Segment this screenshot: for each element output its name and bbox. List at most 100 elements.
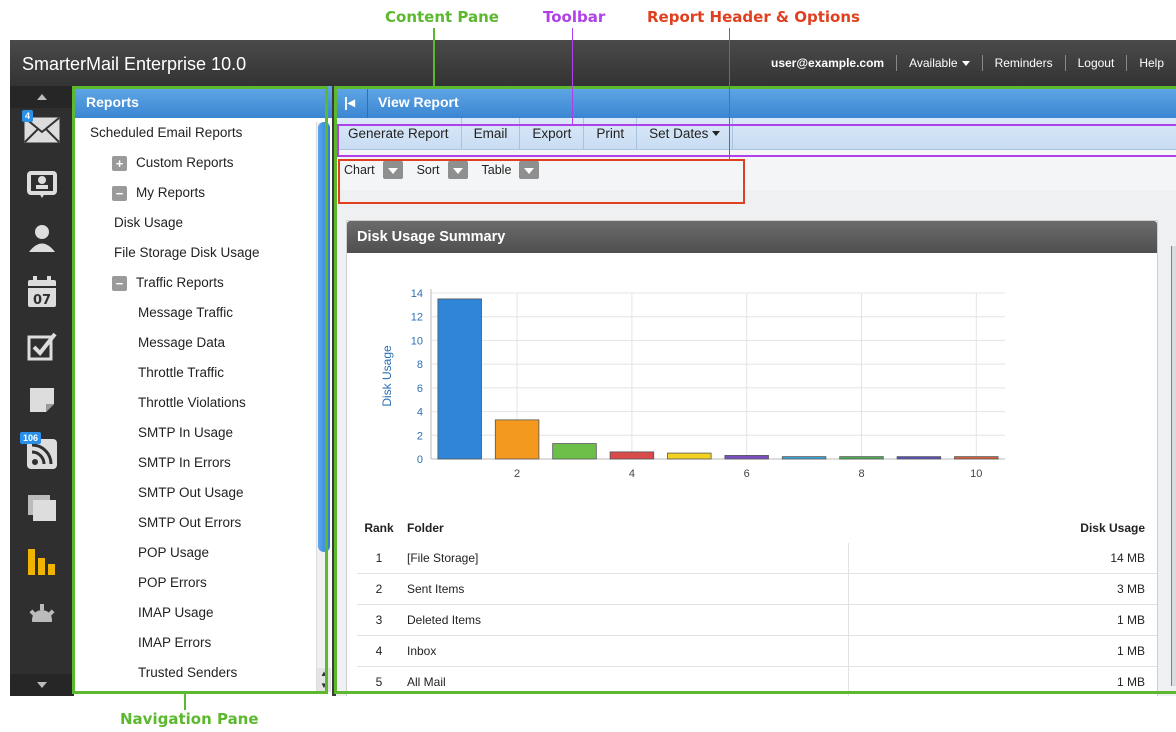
nav-item[interactable]: Scheduled Email Reports [74,118,314,148]
nav-item[interactable]: File Storage Disk Usage [74,238,314,268]
sort-option[interactable]: Sort [417,161,468,179]
set-dates-dropdown[interactable]: Set Dates [637,117,734,150]
rank-cell: 3 [375,613,383,627]
chart-bar [896,456,942,460]
chart-bar [781,456,827,460]
top-navigation: user@example.com Available Reminders Log… [759,55,1176,71]
files-icon[interactable] [20,486,64,530]
rank-cell: 4 [375,644,383,658]
chart-bar [552,443,597,460]
nav-item-label: SMTP Out Usage [138,485,244,500]
nav-item[interactable]: − Traffic Reports [74,268,314,298]
status-dropdown[interactable]: Available [896,55,981,71]
rank-cell: 5 [375,675,383,689]
navigation-pane-leader [184,694,186,710]
table-row[interactable]: 1 [File Storage] 14 MB [357,543,1157,574]
nav-item[interactable]: + Custom Reports [74,148,314,178]
column-header-disk-usage[interactable]: Disk Usage [849,521,1157,535]
export-button[interactable]: Export [520,117,585,150]
email-button[interactable]: Email [462,117,521,150]
table-body: 1 [File Storage] 14 MB 2 Sent Items 3 MB 3 Dele… [357,543,1157,696]
annotation-navigation-pane: Navigation Pane [120,710,259,728]
nav-item-label: POP Usage [138,545,210,560]
reports-bar-chart-icon[interactable] [20,540,64,584]
x-tick-label: 8 [858,468,864,480]
nav-item-label: POP Errors [138,575,207,590]
rss-icon[interactable]: 106 [20,432,64,476]
sort-dropdown-icon[interactable] [447,161,468,179]
folder-cell: All Mail [401,667,849,696]
user-account-link[interactable]: user@example.com [759,55,896,71]
nav-item[interactable]: SMTP In Errors [74,448,314,478]
y-tick-label: 6 [417,383,423,395]
nav-scrollbar-thumb[interactable] [318,122,330,552]
column-header-folder[interactable]: Folder [401,513,849,543]
print-button[interactable]: Print [584,117,638,150]
table-row[interactable]: 3 Deleted Items 1 MB [357,605,1157,636]
expand-plus-icon[interactable]: + [112,156,127,171]
nav-item[interactable]: Trusted Senders [74,658,314,688]
contacts-card-icon[interactable] [20,162,64,206]
nav-item-label: Throttle Traffic [138,365,225,380]
nav-item-label: Trusted Senders [138,665,238,680]
nav-scrollbar[interactable]: ▲ ▼ [316,122,331,692]
icon-rail: 4 07 106 [10,86,74,696]
tasks-checkbox-icon[interactable] [20,324,64,368]
nav-item[interactable]: Throttle Traffic [74,358,314,388]
nav-item-label: SMTP Out Errors [138,515,242,530]
calendar-icon[interactable]: 07 [20,270,64,314]
mail-icon[interactable]: 4 [20,108,64,152]
collapse-minus-icon[interactable]: − [112,276,127,291]
nav-item[interactable]: Message Traffic [74,298,314,328]
nav-item[interactable]: SMTP In Usage [74,418,314,448]
nav-item[interactable]: − My Reports [74,178,314,208]
report-toolbar: Generate Report Email Export Print Set D… [336,117,1176,150]
chart-option[interactable]: Chart [344,161,403,179]
notes-icon[interactable] [20,378,64,422]
rail-scroll-down-button[interactable] [10,674,74,696]
chart-dropdown-icon[interactable] [382,161,403,179]
nav-item[interactable]: IMAP Errors [74,628,314,658]
generate-report-button[interactable]: Generate Report [336,117,462,150]
y-tick-label: 10 [411,335,423,347]
nav-item-label: File Storage Disk Usage [114,245,260,260]
nav-item[interactable]: SMTP Out Usage [74,478,314,508]
nav-item[interactable]: Disk Usage [74,208,314,238]
annotation-report-header: Report Header & Options [647,8,860,26]
collapse-minus-icon[interactable]: − [112,186,127,201]
scroll-up-button[interactable]: ▲ [317,668,331,680]
chart-bar [437,298,482,460]
disk-usage-cell: 14 MB [1110,551,1145,565]
nav-item[interactable]: IMAP Usage [74,598,314,628]
report-tree: Scheduled Email Reports + Custom Reports − M… [74,118,314,696]
table-dropdown-icon[interactable] [519,161,540,179]
nav-item[interactable]: Message Data [74,328,314,358]
rail-scroll-up-button[interactable] [10,86,74,108]
scroll-down-button[interactable]: ▼ [317,680,331,692]
nav-item[interactable]: Throttle Violations [74,388,314,418]
mail-unread-badge: 4 [22,110,34,122]
folder-cell: Sent Items [401,574,849,604]
column-header-rank[interactable]: Rank [357,521,401,535]
settings-gear-icon[interactable] [20,590,64,634]
collapse-nav-icon[interactable]: |◂ [344,86,368,118]
nav-item[interactable]: POP Errors [74,568,314,598]
disk-usage-cell: 1 MB [1116,644,1145,658]
nav-item[interactable]: SMTP Out Errors [74,508,314,538]
user-icon[interactable] [20,216,64,260]
set-dates-label: Set Dates [649,125,709,141]
table-row[interactable]: 4 Inbox 1 MB [357,636,1157,667]
reminders-link[interactable]: Reminders [981,55,1065,71]
nav-item-label: Message Data [138,335,226,350]
nav-item[interactable]: POP Usage [74,538,314,568]
rss-unread-badge: 106 [20,432,42,444]
y-tick-label: 8 [417,359,423,371]
help-link[interactable]: Help [1126,55,1176,71]
y-tick-label: 0 [417,454,423,466]
table-option[interactable]: Table [482,161,540,179]
content-pane-leader [433,28,435,86]
table-row[interactable]: 5 All Mail 1 MB [357,667,1157,696]
annotation-toolbar: Toolbar [543,8,606,26]
logout-link[interactable]: Logout [1064,55,1127,71]
table-row[interactable]: 2 Sent Items 3 MB [357,574,1157,605]
